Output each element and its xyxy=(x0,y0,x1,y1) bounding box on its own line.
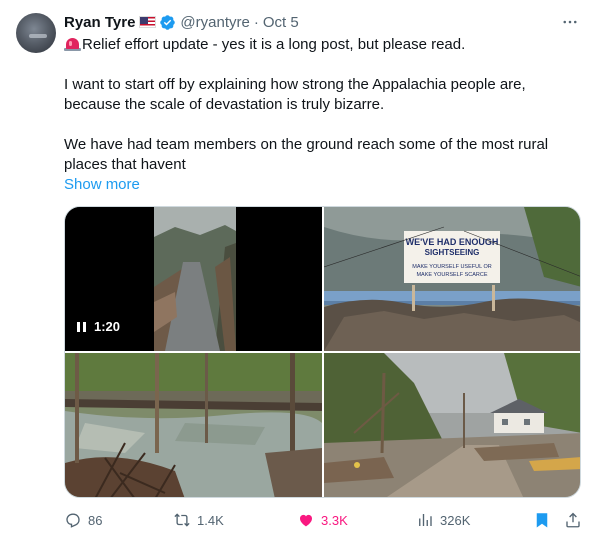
author-handle[interactable]: @ryantyre xyxy=(180,14,249,31)
post-line-3: because the scale of devastation is trul… xyxy=(64,96,385,113)
post-date[interactable]: Oct 5 xyxy=(263,14,299,31)
share-button[interactable] xyxy=(564,508,582,532)
video-tile[interactable]: 1:20 xyxy=(65,207,322,351)
sign-photo: WE'VE HAD ENOUGH SIGHTSEEING MAKE YOURSE… xyxy=(324,207,580,351)
verified-badge-icon[interactable] xyxy=(159,14,176,31)
views-icon xyxy=(419,514,432,526)
media-grid: 1:20 WE'VE HAD ENOUGH SIGHTSEEING MAKE Y… xyxy=(64,206,581,498)
sign-line-3: MAKE YOURSELF USEFUL OR xyxy=(412,264,491,270)
views-button[interactable]: 326K xyxy=(416,508,470,532)
author-name[interactable]: Ryan Tyre xyxy=(64,14,135,31)
views-count: 326K xyxy=(440,512,471,528)
like-count: 3.3K xyxy=(321,512,348,528)
video-time: 1:20 xyxy=(94,319,121,334)
share-icon xyxy=(566,512,580,528)
sign-line-1: WE'VE HAD ENOUGH xyxy=(406,237,499,247)
photo-flooded-road[interactable] xyxy=(324,353,580,497)
post-line-2: I want to start off by explaining how st… xyxy=(64,76,526,93)
bookmark-button[interactable] xyxy=(533,508,551,532)
post-line-1: Relief effort update - yes it is a long … xyxy=(82,36,466,53)
repost-icon xyxy=(174,513,190,527)
like-icon xyxy=(300,514,312,527)
show-more-link[interactable]: Show more xyxy=(64,176,140,193)
tweet: Ryan Tyre @ryantyre · Oct 5 Relief effor… xyxy=(0,0,598,542)
repost-count: 1.4K xyxy=(197,512,224,528)
post-body: Relief effort update - yes it is a long … xyxy=(64,35,580,195)
pause-icon[interactable] xyxy=(77,321,86,332)
post-line-4: We have had team members on the ground r… xyxy=(64,136,549,153)
post-line-5: places that havent xyxy=(64,156,186,173)
tweet-header: Ryan Tyre @ryantyre · Oct 5 xyxy=(64,12,299,32)
siren-icon xyxy=(64,35,81,51)
avatar[interactable] xyxy=(16,13,56,53)
separator-dot: · xyxy=(253,13,259,31)
repost-button[interactable]: 1.4K xyxy=(173,508,224,532)
like-button[interactable]: 3.3K xyxy=(297,508,348,532)
more-icon xyxy=(563,20,577,24)
more-options-button[interactable] xyxy=(558,12,582,32)
sign-line-2: SIGHTSEEING xyxy=(425,248,480,257)
sign-line-4: MAKE YOURSELF SCARCE xyxy=(416,272,487,278)
debris-photo xyxy=(65,353,322,497)
action-bar: 86 1.4K 3.3K 326K xyxy=(64,508,581,532)
reply-button[interactable]: 86 xyxy=(64,508,102,532)
photo-debris-railway[interactable] xyxy=(65,353,322,497)
reply-count: 86 xyxy=(88,512,103,528)
photo-sign[interactable]: WE'VE HAD ENOUGH SIGHTSEEING MAKE YOURSE… xyxy=(324,207,580,351)
reply-icon xyxy=(66,513,80,528)
video-timer: 1:20 xyxy=(77,319,120,334)
bookmark-icon xyxy=(536,513,548,528)
us-flag-icon xyxy=(139,16,157,28)
road-photo xyxy=(324,353,580,497)
